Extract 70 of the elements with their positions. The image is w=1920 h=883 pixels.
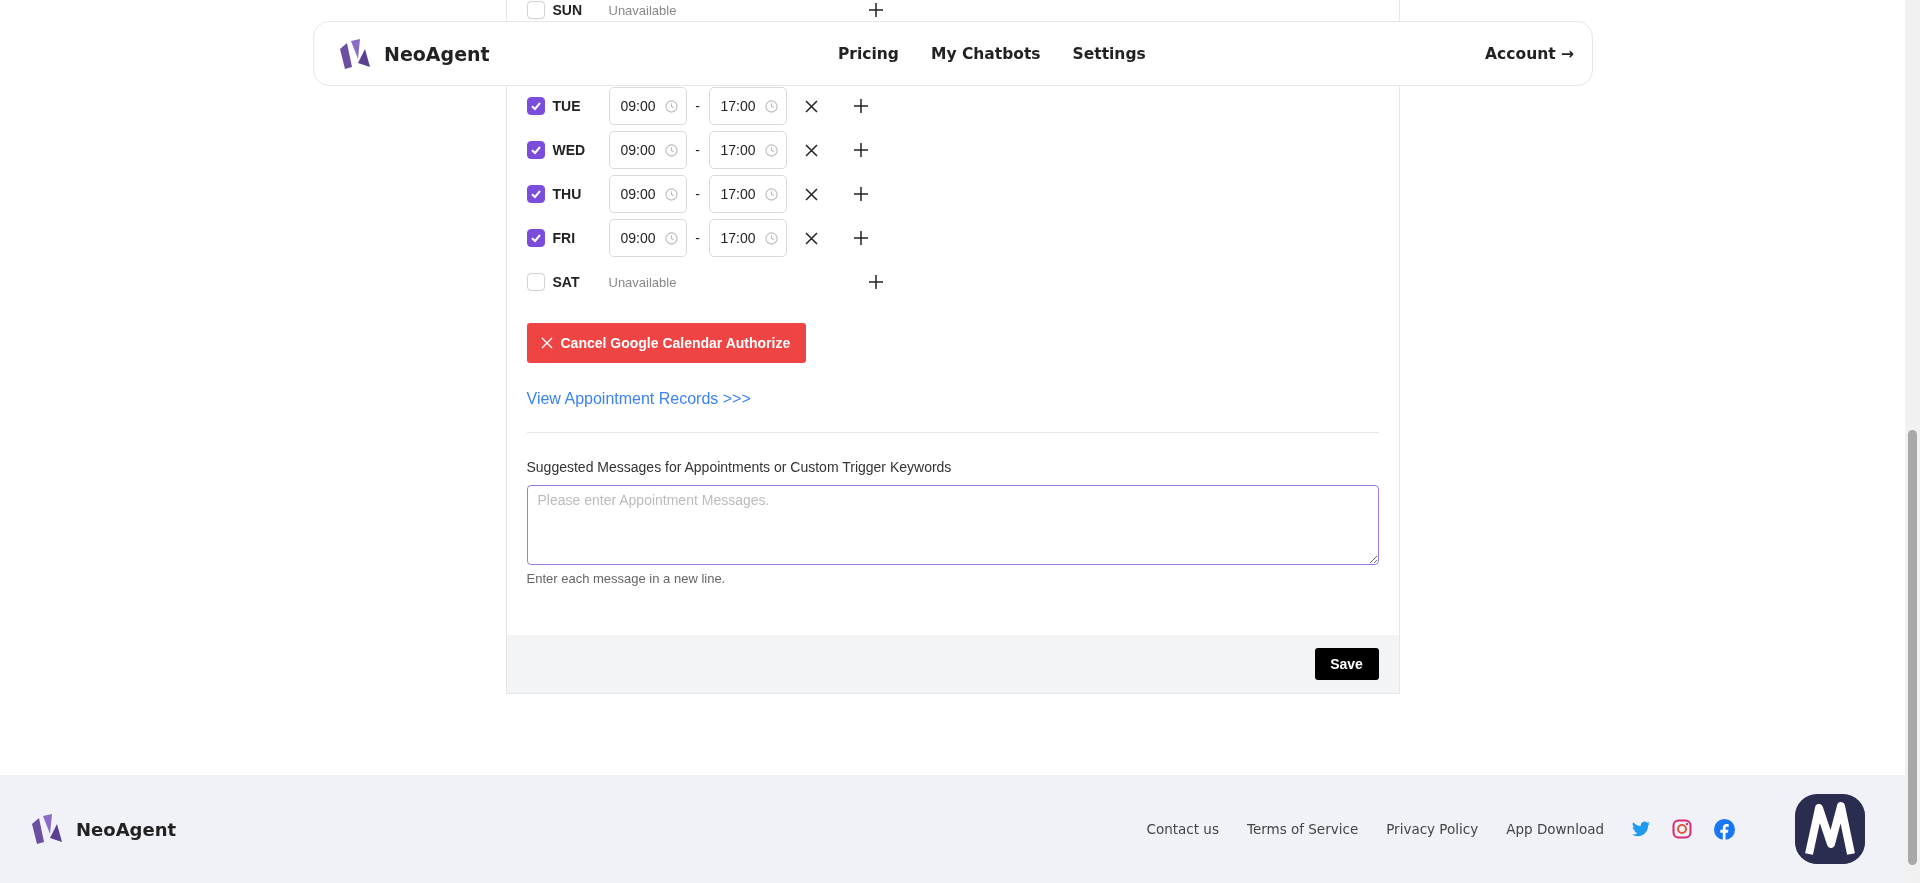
day-checkbox[interactable] (526, 185, 545, 203)
separator: - (694, 230, 701, 246)
day-label: THU (552, 186, 583, 202)
start-time-field[interactable]: 09:00 (608, 87, 687, 125)
end-time-field[interactable]: 17:00 (708, 175, 787, 213)
day-label: FRI (552, 230, 577, 246)
remove-icon[interactable] (804, 143, 818, 157)
end-time-field[interactable]: 17:00 (708, 131, 787, 169)
nav-link[interactable]: Pricing (838, 44, 899, 63)
unavailable-text: Unavailable (608, 2, 678, 18)
app-logo-icon[interactable] (1795, 794, 1865, 864)
day-label: WED (552, 142, 587, 158)
cancel-authorize-button[interactable]: Cancel Google Calendar Authorize (526, 323, 807, 363)
check-icon (529, 144, 542, 156)
nav-link[interactable]: Settings (1072, 44, 1146, 63)
add-icon[interactable] (853, 143, 868, 157)
clock-icon (764, 187, 778, 201)
footer-link[interactable]: Contact us (1146, 821, 1219, 837)
add-icon[interactable] (868, 3, 883, 17)
footer-link[interactable]: Terms of Service (1246, 821, 1359, 837)
add-icon[interactable] (853, 231, 868, 245)
field-label: Suggested Messages for Appointments or Custom Trigger Keywords (526, 459, 953, 475)
separator: - (694, 142, 701, 158)
remove-icon[interactable] (804, 231, 818, 245)
unavailable-text: Unavailable (608, 274, 678, 290)
hint-text: Enter each message in a new line. (526, 571, 727, 586)
separator: - (694, 186, 701, 202)
start-time-field[interactable]: 09:00 (608, 175, 687, 213)
separator: - (694, 98, 701, 114)
clock-icon (764, 143, 778, 157)
twitter-bird-icon[interactable] (1632, 821, 1650, 837)
clock-icon (764, 99, 778, 113)
start-time-field[interactable]: 09:00 (608, 219, 687, 257)
day-checkbox[interactable] (526, 229, 545, 247)
clock-icon (664, 143, 678, 157)
clock-icon (664, 231, 678, 245)
logo-icon (338, 36, 372, 71)
check-icon (529, 188, 542, 200)
footer-logo-icon (30, 812, 64, 846)
messages-input[interactable]: Please enter Appointment Messages. (526, 485, 1379, 565)
clock-icon (664, 187, 678, 201)
check-icon (529, 232, 542, 244)
footer-link[interactable]: Privacy Policy (1386, 821, 1479, 837)
add-icon[interactable] (868, 275, 883, 289)
account-link[interactable]: Account → (1485, 44, 1574, 63)
facebook-icon[interactable] (1714, 818, 1735, 840)
add-icon[interactable] (853, 99, 868, 113)
clock-icon (764, 231, 778, 245)
end-time-field[interactable]: 17:00 (708, 219, 787, 257)
remove-icon[interactable] (804, 187, 818, 201)
day-label: TUE (552, 98, 582, 114)
day-label: SUN (552, 2, 584, 18)
nav-link[interactable]: My Chatbots (930, 44, 1041, 63)
day-label: SAT (552, 274, 581, 290)
close-icon (540, 337, 553, 349)
start-time-field[interactable]: 09:00 (608, 131, 687, 169)
brand-name: NeoAgent (384, 42, 490, 65)
add-icon[interactable] (853, 187, 868, 201)
scrollbar[interactable] (1905, 0, 1920, 883)
remove-icon[interactable] (804, 99, 818, 113)
end-time-field[interactable]: 17:00 (708, 87, 787, 125)
footer-brand: NeoAgent (76, 818, 177, 840)
instagram-icon[interactable] (1672, 819, 1692, 839)
clock-icon (664, 99, 678, 113)
save-button[interactable]: Save (1314, 648, 1379, 680)
day-checkbox[interactable] (526, 141, 545, 159)
day-checkbox[interactable] (526, 97, 545, 115)
check-icon (529, 100, 542, 112)
records-link[interactable]: View Appointment Records >>> (526, 390, 751, 408)
footer-link[interactable]: App Download (1506, 821, 1604, 837)
